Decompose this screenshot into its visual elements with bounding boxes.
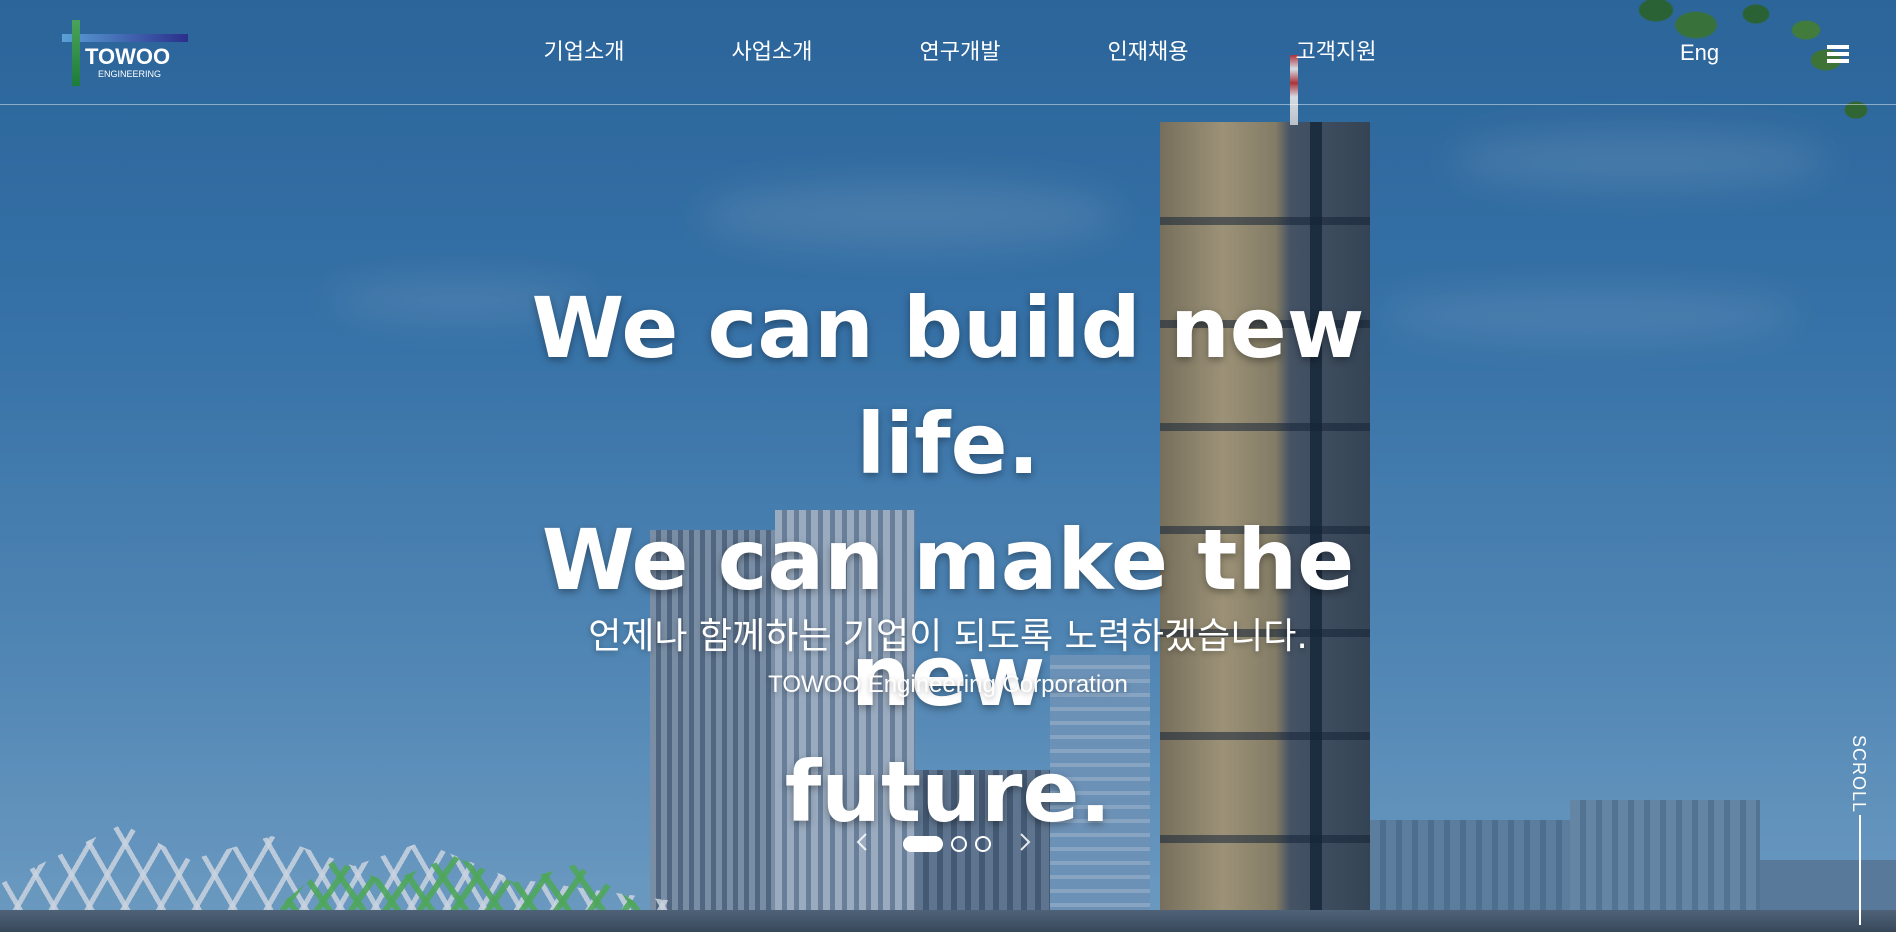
scroll-label: SCROLL (1849, 735, 1869, 814)
chevron-right-icon[interactable] (1018, 830, 1032, 854)
logo-mark-vertical (72, 20, 80, 86)
hero-tagline: 언제나 함께하는 기업이 되도록 노력하겠습니다. (588, 616, 1308, 657)
hamburger-menu-icon[interactable] (1827, 45, 1849, 63)
logo-wordmark: TOWOO (85, 44, 171, 69)
slide-dot-2[interactable] (951, 836, 967, 852)
slider-pagination (903, 835, 991, 853)
headline-line-3: future. (784, 743, 1112, 841)
scroll-indicator[interactable]: SCROLL (1848, 735, 1872, 925)
headline-line-1: We can build new life. (531, 279, 1365, 493)
site-header: TOWOO ENGINEERING 기업소개 사업소개 연구개발 인재채용 고객… (0, 0, 1896, 105)
logo-subtitle: ENGINEERING (98, 69, 162, 79)
nav-item-company[interactable]: 기업소개 (490, 35, 678, 71)
hero-headline: We can build new life. We can make the n… (448, 270, 1448, 850)
chevron-left-icon[interactable] (855, 830, 869, 854)
main-nav: 기업소개 사업소개 연구개발 인재채용 고객지원 (490, 35, 1430, 71)
company-logo[interactable]: TOWOO ENGINEERING (58, 20, 190, 86)
nav-item-careers[interactable]: 인재채용 (1054, 35, 1242, 71)
slide-dot-1[interactable] (903, 836, 943, 852)
logo-mark-horizontal (62, 34, 188, 42)
hero-company-name: TOWOO Engineering Corporation (768, 671, 1128, 698)
nav-item-business[interactable]: 사업소개 (678, 35, 866, 71)
nav-item-support[interactable]: 고객지원 (1242, 35, 1430, 71)
nav-item-research[interactable]: 연구개발 (866, 35, 1054, 71)
language-switch[interactable]: Eng (1680, 36, 1719, 70)
scroll-line (1859, 815, 1861, 925)
hero-section: TOWOO ENGINEERING 기업소개 사업소개 연구개발 인재채용 고객… (0, 0, 1896, 932)
slide-dot-3[interactable] (975, 836, 991, 852)
